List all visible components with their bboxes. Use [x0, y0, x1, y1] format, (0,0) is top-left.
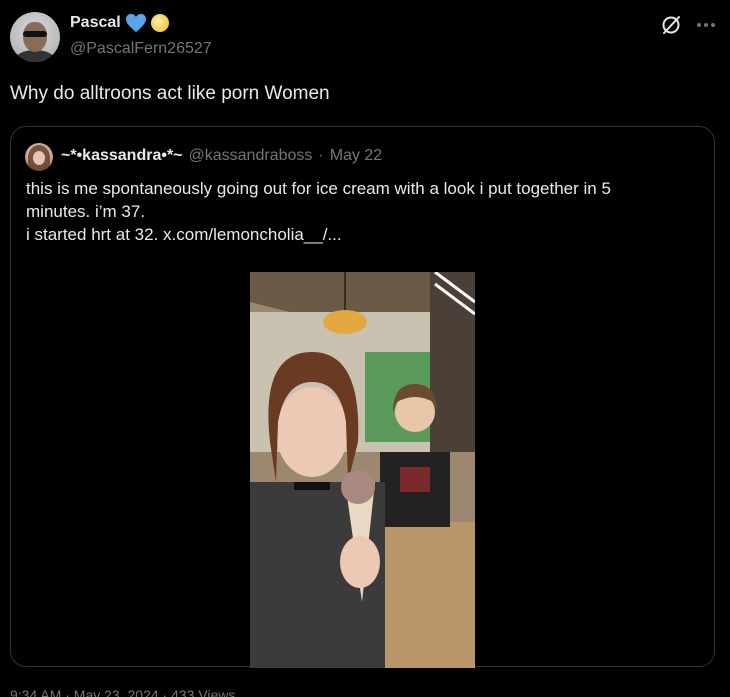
quoted-avatar-face — [33, 151, 45, 165]
quoted-date[interactable]: May 22 — [330, 147, 382, 165]
quoted-header: ~*•kassandra•*~ @kassandraboss · May 22 — [61, 147, 382, 165]
author-name-row: Pascal — [70, 13, 169, 33]
avatar-face — [23, 22, 47, 52]
quoted-tweet-card[interactable]: ~*•kassandra•*~ @kassandraboss · May 22 … — [10, 126, 715, 668]
tweet-text: Why do alltroons act like porn Women — [10, 83, 330, 104]
quoted-text: this is me spontaneously going out for i… — [26, 177, 706, 246]
quoted-text-line: minutes. i’m 37. — [26, 202, 146, 221]
quoted-handle[interactable]: @kassandraboss — [189, 147, 313, 165]
author-display-name[interactable]: Pascal — [70, 14, 121, 32]
grok-icon[interactable] — [660, 14, 682, 36]
quoted-text-line[interactable]: i started hrt at 32. x.com/lemoncholia__… — [26, 223, 706, 246]
tweet-timestamp-footer[interactable]: 9:34 AM · May 23, 2024 · 433 Views — [10, 688, 235, 697]
tweet: Pascal @PascalFern26527 Why do alltroons… — [0, 0, 730, 697]
more-icon[interactable] — [694, 14, 718, 36]
quoted-display-name[interactable]: ~*•kassandra•*~ — [61, 147, 183, 165]
author-handle[interactable]: @PascalFern26527 — [70, 40, 212, 58]
quoted-text-line: this is me spontaneously going out for i… — [26, 179, 611, 198]
gold-circle-icon — [150, 14, 169, 32]
photo-illustration — [250, 272, 475, 668]
avatar-glasses — [23, 31, 47, 37]
author-avatar[interactable] — [10, 12, 60, 62]
quoted-separator: · — [318, 147, 324, 164]
quoted-media-photo[interactable] — [250, 272, 475, 668]
blue-heart-icon — [125, 13, 146, 33]
quoted-author-avatar[interactable] — [25, 143, 53, 171]
